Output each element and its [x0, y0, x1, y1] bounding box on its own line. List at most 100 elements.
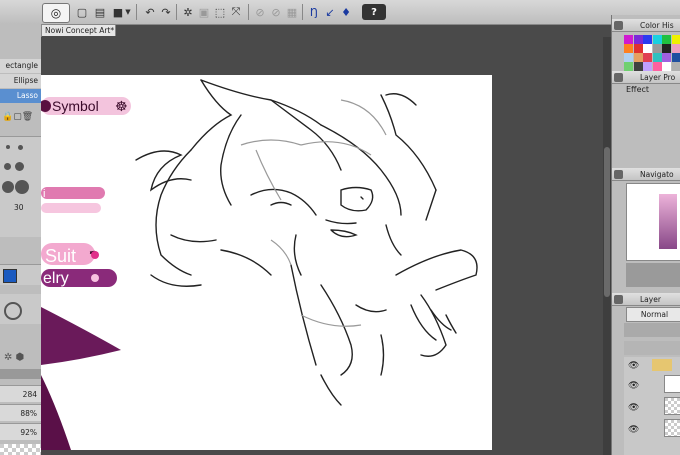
color-swatch[interactable] — [624, 62, 633, 71]
grid-icon: ▦ — [286, 5, 298, 19]
color-swatch[interactable] — [633, 35, 643, 44]
canvas-vertical-scrollbar[interactable] — [603, 37, 611, 455]
save-dropdown-button[interactable]: ▼ — [124, 4, 132, 20]
snap-to-special-ruler-button[interactable]: ↙ — [322, 4, 338, 20]
color-swatch[interactable] — [671, 44, 680, 53]
panel-menu-button[interactable] — [614, 73, 623, 82]
color-swatch[interactable] — [624, 44, 633, 53]
toolbar-divider — [302, 4, 303, 20]
color-swatch[interactable] — [652, 35, 662, 44]
open-file-button[interactable]: ▤ — [92, 4, 108, 20]
snap-to-grid-button[interactable]: ♦ — [338, 4, 354, 20]
value-field-density[interactable]: 92% — [0, 423, 41, 440]
brush-size-dot[interactable] — [6, 145, 10, 149]
eye-icon[interactable]: 👁 — [628, 361, 639, 371]
navigator-thumbnail[interactable] — [626, 183, 680, 261]
color-swatch[interactable] — [624, 53, 633, 62]
panel-menu-button[interactable] — [614, 21, 623, 30]
eye-icon[interactable]: 👁 — [628, 403, 639, 413]
color-swatch[interactable] — [643, 35, 652, 44]
document-tab-title: Nowi Concept Art* — [45, 26, 115, 35]
drawing-canvas[interactable]: Symbol ☸ i Suit ✒ elry — [41, 75, 492, 450]
label-bubble-i — [41, 187, 105, 199]
brush-size-dot[interactable] — [18, 145, 23, 150]
color-swatch[interactable] — [671, 35, 680, 44]
fill-icon: ▣ — [198, 5, 210, 19]
snap-button[interactable]: ⊘ — [268, 4, 284, 20]
right-dock: Color His Layer Pro Effect Navigato Laye… — [611, 15, 680, 455]
brush-size-dot[interactable] — [15, 162, 24, 171]
tool-item-lasso[interactable]: Lasso — [0, 89, 41, 103]
grid-button[interactable]: ▦ — [284, 4, 300, 20]
panel-tabs[interactable] — [0, 369, 41, 379]
color-swatch[interactable] — [662, 62, 671, 71]
clear-icon: ✲ — [183, 5, 193, 19]
color-swatch[interactable] — [643, 62, 652, 71]
layer-toolbar[interactable] — [624, 323, 680, 337]
main-color-swatch[interactable] — [3, 269, 17, 283]
color-swatch[interactable] — [652, 44, 662, 53]
undo-button[interactable]: ↶ — [142, 4, 158, 20]
color-swatch[interactable] — [624, 35, 633, 44]
color-swatch[interactable] — [652, 53, 662, 62]
tool-item-rectangle[interactable]: ectangle — [0, 59, 41, 73]
blend-mode-select[interactable]: Normal — [626, 307, 680, 322]
ruler-button[interactable]: ⊘ — [252, 4, 268, 20]
character-sketch-lines — [135, 79, 478, 406]
tool-option-icons[interactable]: 🔒▢🗑 — [2, 112, 38, 124]
layer-list: 👁 👁 👁 👁 — [624, 357, 680, 455]
color-swatch[interactable] — [643, 44, 652, 53]
folder-icon[interactable] — [652, 359, 672, 371]
tool-item-ellipse[interactable]: Ellipse — [0, 74, 41, 88]
eye-icon[interactable]: 👁 — [628, 381, 639, 391]
panel-menu-button[interactable] — [614, 295, 623, 304]
color-swatch[interactable] — [671, 53, 680, 62]
toolbar-divider — [248, 4, 249, 20]
color-swatch[interactable] — [643, 53, 652, 62]
transparency-preview — [0, 444, 41, 455]
color-wheel-icon[interactable] — [4, 302, 22, 320]
help-button[interactable]: ? — [362, 4, 386, 20]
brush-size-dot[interactable] — [4, 163, 11, 170]
document-tab[interactable]: Nowi Concept Art* × — [41, 24, 116, 36]
snap-to-ruler-button[interactable]: Ŋ — [306, 4, 322, 20]
navigator-character-preview — [659, 194, 677, 249]
clear-button[interactable]: ✲ — [180, 4, 196, 20]
redo-button[interactable]: ↷ — [158, 4, 174, 20]
brush-size-dot[interactable] — [2, 181, 14, 193]
color-swatch[interactable] — [633, 62, 643, 71]
color-swatch[interactable] — [652, 62, 662, 71]
new-file-button[interactable]: ▢ — [74, 4, 90, 20]
panel-menu-button[interactable] — [614, 170, 623, 179]
pen-icon: ♦ — [341, 5, 351, 19]
fill-button[interactable]: ▣ — [196, 4, 212, 20]
color-swatch[interactable] — [671, 62, 680, 71]
color-swatch[interactable] — [662, 35, 671, 44]
brush-size-dot[interactable] — [15, 180, 29, 194]
lock-icon: 🔒 — [2, 112, 14, 122]
transform-button[interactable]: ⤧ — [228, 4, 244, 20]
symbol-glyph-icon: ☸ — [115, 99, 128, 115]
layer-options-row[interactable] — [624, 341, 680, 355]
color-swatch[interactable] — [633, 44, 643, 53]
color-swatch[interactable] — [662, 53, 671, 62]
value-field-size[interactable]: 284 — [0, 385, 41, 402]
layer-thumbnail[interactable] — [664, 397, 680, 415]
color-swatch[interactable] — [633, 53, 643, 62]
layer-thumbnail[interactable] — [664, 375, 680, 393]
snap-ruler-icon: Ŋ — [309, 5, 319, 19]
app-menu-button[interactable]: ◎ — [42, 3, 70, 23]
color-history-swatches[interactable] — [624, 35, 680, 71]
navigator-zoom-controls[interactable] — [626, 263, 680, 287]
value-field-opacity[interactable]: 88% — [0, 404, 41, 421]
i-label: i — [43, 188, 45, 200]
select-all-button[interactable]: ⬚ — [212, 4, 228, 20]
gear-icon[interactable]: ✲ ⬢ — [4, 352, 38, 364]
eye-icon[interactable]: 👁 — [628, 425, 639, 435]
symbol-label: Symbol — [52, 98, 99, 114]
toolbar-divider — [136, 4, 137, 20]
scrollbar-thumb[interactable] — [604, 147, 610, 297]
spiral-logo-icon: ◎ — [50, 6, 62, 20]
color-swatch[interactable] — [662, 44, 671, 53]
layer-thumbnail[interactable] — [664, 419, 680, 437]
